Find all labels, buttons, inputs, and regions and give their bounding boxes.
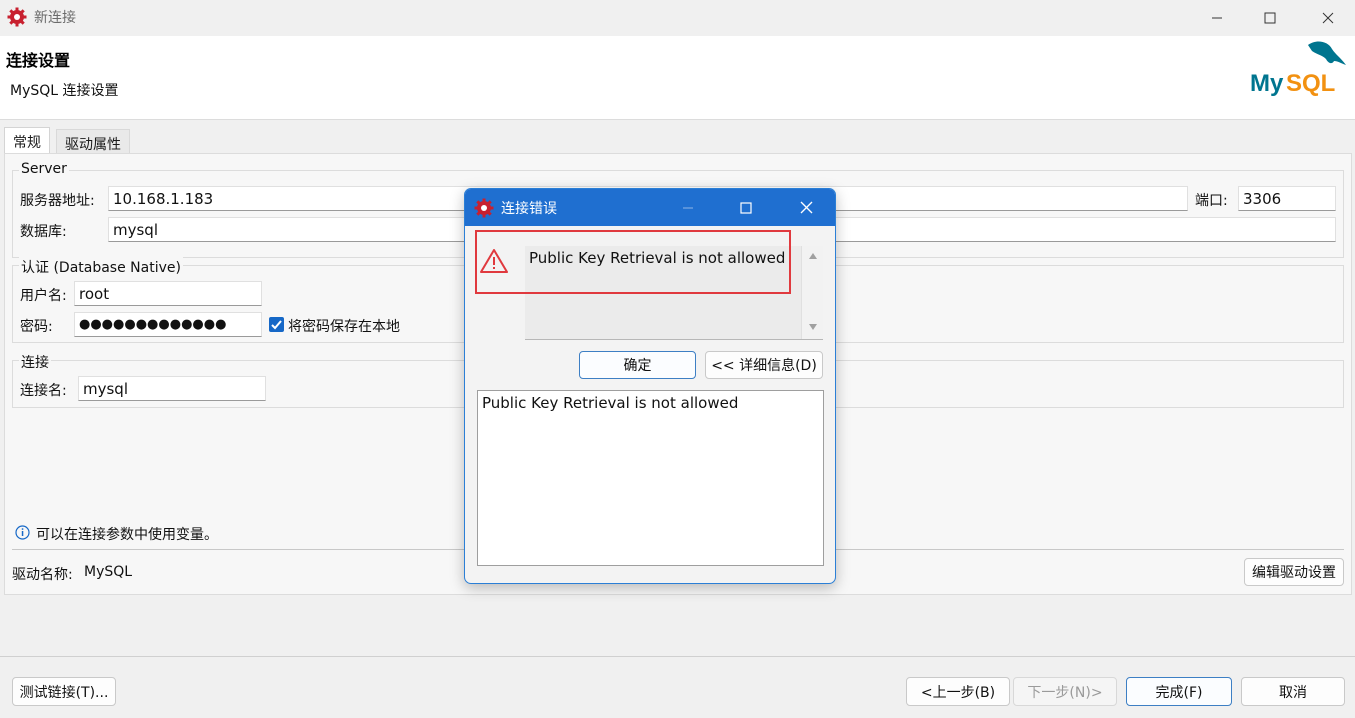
connection-name-label: 连接名: <box>20 383 67 399</box>
minimize-button[interactable] <box>1190 0 1244 36</box>
error-details-textarea[interactable]: Public Key Retrieval is not allowed <box>477 390 824 566</box>
username-input[interactable]: root <box>74 281 262 306</box>
connection-error-dialog: 连接错误 Public Key Retrieval is not allowed… <box>464 188 836 584</box>
mysql-logo: My SQL <box>1250 41 1346 97</box>
dialog-maximize-button[interactable] <box>723 189 769 226</box>
port-input[interactable]: 3306 <box>1238 186 1336 211</box>
port-label: 端口: <box>1195 193 1228 209</box>
password-label: 密码: <box>20 319 53 335</box>
host-label: 服务器地址: <box>20 193 95 209</box>
variables-hint: 可以在连接参数中使用变量。 <box>36 527 218 543</box>
svg-text:SQL: SQL <box>1286 70 1335 97</box>
edit-driver-button[interactable]: 编辑驱动设置 <box>1244 558 1344 586</box>
minimize-icon <box>683 207 693 208</box>
close-icon <box>800 201 812 214</box>
dialog-gear-icon <box>474 198 494 218</box>
finish-button[interactable]: 完成(F) <box>1126 677 1232 706</box>
close-button[interactable] <box>1301 0 1355 36</box>
wizard-header: 连接设置 MySQL 连接设置 My SQL <box>0 36 1355 120</box>
username-label: 用户名: <box>20 288 67 304</box>
server-group-title: Server <box>19 161 69 177</box>
page-title: 连接设置 <box>6 51 71 70</box>
back-button[interactable]: <上一步(B) <box>906 677 1010 706</box>
tab-general[interactable]: 常规 <box>4 127 50 155</box>
maximize-icon <box>1264 12 1276 24</box>
window-title: 新连接 <box>34 10 76 26</box>
password-input[interactable]: ●●●●●●●●●●●●● <box>74 312 262 337</box>
next-button[interactable]: 下一步(N)> <box>1013 677 1117 706</box>
minimize-icon <box>1212 17 1222 19</box>
test-connection-button[interactable]: 测试链接(T)... <box>12 677 116 706</box>
dialog-titlebar: 连接错误 <box>465 189 835 226</box>
page-subtitle: MySQL 连接设置 <box>10 83 119 99</box>
dialog-close-button[interactable] <box>783 189 829 226</box>
maximize-button[interactable] <box>1243 0 1297 36</box>
connection-group-title: 连接 <box>19 352 51 372</box>
driver-name-value: MySQL <box>84 564 133 580</box>
highlight-outline <box>475 230 791 294</box>
app-gear-icon <box>7 7 27 27</box>
svg-text:My: My <box>1250 70 1284 97</box>
save-password-checkbox[interactable] <box>269 317 284 332</box>
cancel-button[interactable]: 取消 <box>1241 677 1345 706</box>
maximize-icon <box>740 201 752 214</box>
auth-group-title: 认证 (Database Native) <box>19 257 183 277</box>
dialog-title: 连接错误 <box>501 201 557 217</box>
driver-name-label: 驱动名称: <box>12 567 73 583</box>
window-titlebar: 新连接 <box>0 0 1355 36</box>
dialog-minimize-button[interactable] <box>665 189 711 226</box>
ok-button[interactable]: 确定 <box>579 351 696 379</box>
scroll-up-icon[interactable] <box>808 252 818 260</box>
footer-divider <box>0 656 1355 657</box>
details-button[interactable]: << 详细信息(D) <box>705 351 823 379</box>
save-password-label: 将密码保存在本地 <box>288 319 400 335</box>
scroll-down-icon[interactable] <box>808 323 818 331</box>
database-label: 数据库: <box>20 224 67 240</box>
tab-driver-properties[interactable]: 驱动属性 <box>56 129 130 154</box>
check-icon <box>271 320 282 330</box>
message-scrollbar[interactable] <box>801 246 823 339</box>
info-icon <box>15 525 30 540</box>
close-icon <box>1322 12 1334 24</box>
connection-name-input[interactable]: mysql <box>78 376 266 401</box>
